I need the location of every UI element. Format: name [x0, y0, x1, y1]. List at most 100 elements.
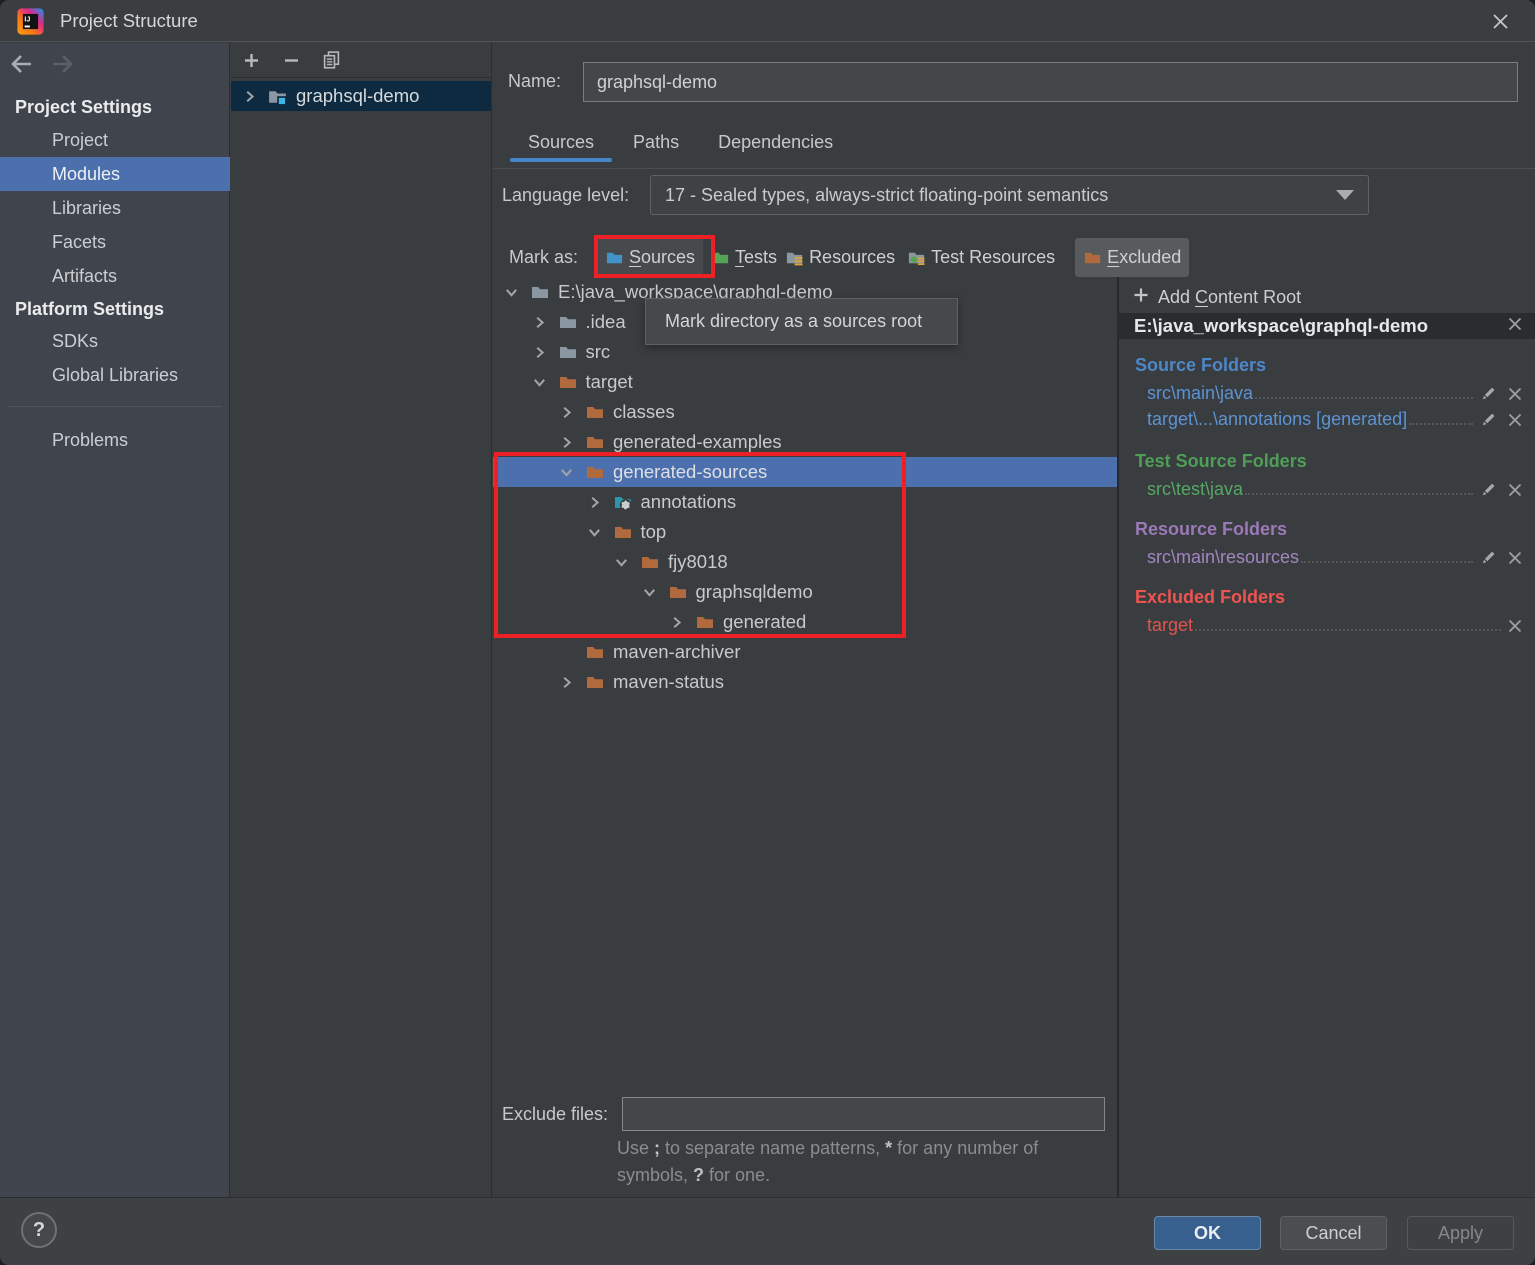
- language-level-value: 17 - Sealed types, always-strict floatin…: [665, 185, 1108, 206]
- edit-pencil-icon[interactable]: [1479, 549, 1497, 567]
- folder-group-source-folders: Source Folderssrc\main\javatarget\...\an…: [1119, 352, 1535, 431]
- svg-text:IJ: IJ: [24, 16, 30, 24]
- tab-paths[interactable]: Paths: [615, 127, 697, 158]
- remove-folder-icon[interactable]: [1507, 412, 1523, 428]
- sidebar-item-facets[interactable]: Facets: [0, 225, 230, 259]
- project-structure-dialog: IJ Project Structure Project SettingsPro…: [0, 0, 1535, 1265]
- folder-orange-icon: [585, 402, 605, 422]
- sidebar-section-header: Platform Settings: [15, 296, 225, 322]
- module-name-value: graphsql-demo: [597, 72, 717, 93]
- module-name: graphsql-demo: [296, 85, 419, 107]
- mark-as-excluded-button[interactable]: Excluded: [1075, 238, 1189, 277]
- chevron-down-icon[interactable]: [531, 374, 548, 391]
- tab-dependencies[interactable]: Dependencies: [700, 127, 851, 158]
- forward-arrow-icon: [50, 53, 74, 80]
- remove-folder-icon[interactable]: [1507, 386, 1523, 402]
- folder-orange-icon: [585, 432, 605, 452]
- chevron-right-icon[interactable]: [241, 88, 258, 105]
- folder-entry[interactable]: src\main\java: [1119, 379, 1535, 405]
- chevron-right-icon[interactable]: [558, 434, 575, 451]
- window-title: Project Structure: [60, 0, 198, 42]
- folder-excluded-icon: [1083, 248, 1102, 267]
- exclude-files-input[interactable]: [622, 1097, 1105, 1131]
- sidebar-item-problems[interactable]: Problems: [0, 423, 230, 457]
- sidebar-item-artifacts[interactable]: Artifacts: [0, 259, 230, 293]
- chevron-down-icon[interactable]: [503, 284, 520, 301]
- sidebar-item-project[interactable]: Project: [0, 123, 230, 157]
- folder-gray-icon: [530, 282, 550, 302]
- language-level-label: Language level:: [502, 185, 629, 206]
- folder-entry[interactable]: target\...\annotations [generated]: [1119, 405, 1535, 431]
- folder-orange-icon: [585, 642, 605, 662]
- module-name-input[interactable]: graphsql-demo: [583, 62, 1518, 102]
- close-icon[interactable]: [1485, 6, 1515, 36]
- dotted-leader: [1195, 629, 1501, 631]
- cancel-button[interactable]: Cancel: [1280, 1216, 1387, 1250]
- folder-entry[interactable]: src\test\java: [1119, 475, 1535, 501]
- sidebar-item-modules[interactable]: Modules: [0, 157, 230, 191]
- title-bar: IJ Project Structure: [0, 0, 1535, 42]
- copy-icon[interactable]: [323, 51, 340, 70]
- ok-button[interactable]: OK: [1154, 1216, 1261, 1250]
- no-chevron: [558, 644, 575, 661]
- content-root-header[interactable]: E:\java_workspace\graphql-demo: [1119, 313, 1535, 339]
- dotted-leader: [1409, 423, 1473, 425]
- language-level-select[interactable]: 17 - Sealed types, always-strict floatin…: [650, 175, 1369, 215]
- sidebar-item-global-libraries[interactable]: Global Libraries: [0, 358, 230, 392]
- sidebar-divider: [9, 406, 222, 407]
- dotted-leader: [1245, 493, 1473, 495]
- add-icon[interactable]: [243, 51, 260, 70]
- settings-sidebar: Project SettingsProjectModulesLibrariesF…: [0, 43, 230, 1197]
- folder-group-title: Excluded Folders: [1119, 584, 1535, 611]
- add-content-root-button[interactable]: Add Content Root: [1119, 283, 1535, 311]
- tab-sources[interactable]: Sources: [510, 127, 612, 158]
- annotation-box-generated-sources: [494, 452, 906, 638]
- chevron-right-icon[interactable]: [531, 344, 548, 361]
- editor-tabs: SourcesPathsDependencies: [510, 127, 851, 158]
- remove-icon[interactable]: [283, 51, 300, 70]
- exclude-files-label: Exclude files:: [502, 1104, 608, 1125]
- back-arrow-icon[interactable]: [10, 53, 34, 80]
- chevron-right-icon[interactable]: [558, 404, 575, 421]
- edit-pencil-icon[interactable]: [1479, 481, 1497, 499]
- dialog-footer: ? OK Cancel Apply: [0, 1197, 1535, 1265]
- sidebar-item-sdks[interactable]: SDKs: [0, 324, 230, 358]
- tree-item-classes[interactable]: classes: [493, 397, 1117, 427]
- folder-test-resources-icon: [907, 248, 926, 267]
- remove-content-root-icon[interactable]: [1507, 316, 1523, 337]
- exclude-hint-line2: symbols, ? for one.: [617, 1165, 770, 1186]
- remove-folder-icon[interactable]: [1507, 618, 1523, 634]
- mark-as-tests-button[interactable]: Tests: [711, 238, 777, 277]
- chevron-right-icon[interactable]: [531, 314, 548, 331]
- folder-group-resource-folders: Resource Folderssrc\main\resources: [1119, 516, 1535, 569]
- dotted-leader: [1255, 397, 1473, 399]
- folder-group-title: Test Source Folders: [1119, 448, 1535, 475]
- mark-as-resources-button[interactable]: Resources: [785, 238, 895, 277]
- tree-item-maven-archiver[interactable]: maven-archiver: [493, 637, 1117, 667]
- remove-folder-icon[interactable]: [1507, 550, 1523, 566]
- folder-entry[interactable]: target: [1119, 611, 1535, 637]
- plus-icon: [1132, 286, 1150, 309]
- mark-as-test-resources-button[interactable]: Test Resources: [907, 238, 1055, 277]
- folder-entry[interactable]: src\main\resources: [1119, 543, 1535, 569]
- tree-item-target[interactable]: target: [493, 367, 1117, 397]
- name-label: Name:: [508, 71, 561, 92]
- chevron-right-icon[interactable]: [558, 674, 575, 691]
- tree-item-maven-status[interactable]: maven-status: [493, 667, 1117, 697]
- folder-group-excluded-folders: Excluded Folderstarget: [1119, 584, 1535, 637]
- remove-folder-icon[interactable]: [1507, 482, 1523, 498]
- content-root-path: E:\java_workspace\graphql-demo: [1134, 315, 1507, 337]
- help-button[interactable]: ?: [21, 1212, 57, 1248]
- edit-pencil-icon[interactable]: [1479, 411, 1497, 429]
- folder-orange-icon: [585, 672, 605, 692]
- apply-button[interactable]: Apply: [1407, 1216, 1514, 1250]
- folder-resources-icon: [785, 248, 804, 267]
- edit-pencil-icon[interactable]: [1479, 385, 1497, 403]
- sidebar-item-libraries[interactable]: Libraries: [0, 191, 230, 225]
- dotted-leader: [1301, 561, 1473, 563]
- module-row-selected[interactable]: graphsql-demo: [231, 81, 491, 111]
- folder-orange-icon: [558, 372, 578, 392]
- intellij-logo-icon: IJ: [17, 8, 44, 40]
- exclude-hint-line1: Use ; to separate name patterns, * for a…: [617, 1138, 1038, 1159]
- folder-group-title: Resource Folders: [1119, 516, 1535, 543]
